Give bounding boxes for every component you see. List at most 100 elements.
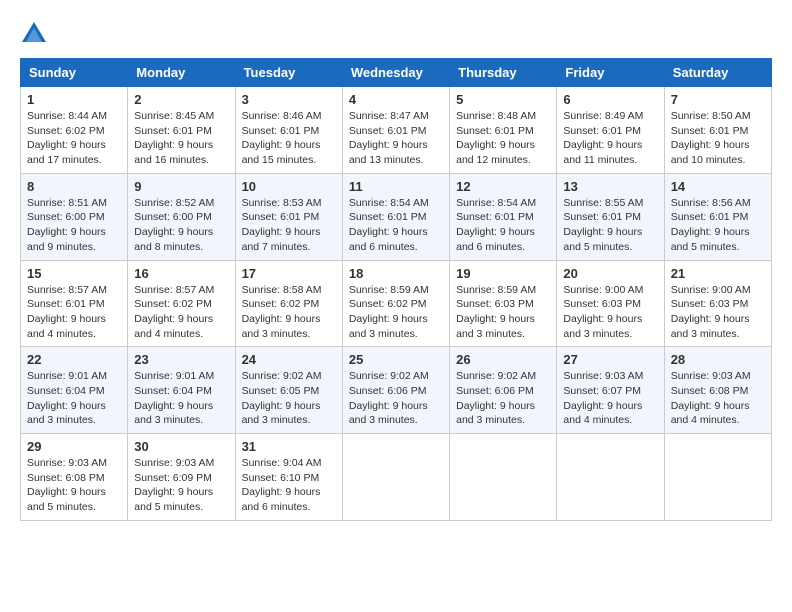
day-info: Sunrise: 8:59 AMSunset: 6:02 PMDaylight:…	[349, 283, 443, 342]
day-info: Sunrise: 9:01 AMSunset: 6:04 PMDaylight:…	[134, 369, 228, 428]
calendar-cell: 11 Sunrise: 8:54 AMSunset: 6:01 PMDayligh…	[342, 173, 449, 260]
day-number: 19	[456, 266, 550, 281]
calendar-cell: 9 Sunrise: 8:52 AMSunset: 6:00 PMDaylight…	[128, 173, 235, 260]
calendar-cell: 18 Sunrise: 8:59 AMSunset: 6:02 PMDayligh…	[342, 260, 449, 347]
calendar-week-row: 8 Sunrise: 8:51 AMSunset: 6:00 PMDaylight…	[21, 173, 772, 260]
day-number: 26	[456, 352, 550, 367]
day-info: Sunrise: 9:04 AMSunset: 6:10 PMDaylight:…	[242, 456, 336, 515]
calendar-cell	[342, 434, 449, 521]
day-number: 24	[242, 352, 336, 367]
day-number: 23	[134, 352, 228, 367]
calendar-cell: 24 Sunrise: 9:02 AMSunset: 6:05 PMDayligh…	[235, 347, 342, 434]
day-number: 13	[563, 179, 657, 194]
day-number: 31	[242, 439, 336, 454]
day-info: Sunrise: 8:56 AMSunset: 6:01 PMDaylight:…	[671, 196, 765, 255]
day-number: 7	[671, 92, 765, 107]
calendar-cell	[450, 434, 557, 521]
day-info: Sunrise: 8:58 AMSunset: 6:02 PMDaylight:…	[242, 283, 336, 342]
day-info: Sunrise: 8:59 AMSunset: 6:03 PMDaylight:…	[456, 283, 550, 342]
calendar-header-friday: Friday	[557, 59, 664, 87]
day-number: 8	[27, 179, 121, 194]
logo-icon	[20, 20, 48, 48]
day-info: Sunrise: 9:02 AMSunset: 6:05 PMDaylight:…	[242, 369, 336, 428]
day-info: Sunrise: 9:03 AMSunset: 6:07 PMDaylight:…	[563, 369, 657, 428]
calendar-cell: 13 Sunrise: 8:55 AMSunset: 6:01 PMDayligh…	[557, 173, 664, 260]
day-number: 11	[349, 179, 443, 194]
day-info: Sunrise: 8:44 AMSunset: 6:02 PMDaylight:…	[27, 109, 121, 168]
calendar-cell: 5Sunrise: 8:48 AMSunset: 6:01 PMDaylight…	[450, 87, 557, 174]
day-number: 4	[349, 92, 443, 107]
day-info: Sunrise: 9:02 AMSunset: 6:06 PMDaylight:…	[349, 369, 443, 428]
day-number: 10	[242, 179, 336, 194]
day-info: Sunrise: 8:54 AMSunset: 6:01 PMDaylight:…	[349, 196, 443, 255]
day-number: 9	[134, 179, 228, 194]
calendar-header-tuesday: Tuesday	[235, 59, 342, 87]
calendar-week-row: 1 Sunrise: 8:44 AMSunset: 6:02 PMDaylight…	[21, 87, 772, 174]
day-info: Sunrise: 8:53 AMSunset: 6:01 PMDaylight:…	[242, 196, 336, 255]
day-number: 27	[563, 352, 657, 367]
day-number: 29	[27, 439, 121, 454]
day-number: 21	[671, 266, 765, 281]
day-info: Sunrise: 8:47 AMSunset: 6:01 PMDaylight:…	[349, 109, 443, 168]
calendar-cell: 14 Sunrise: 8:56 AMSunset: 6:01 PMDayligh…	[664, 173, 771, 260]
calendar-header-wednesday: Wednesday	[342, 59, 449, 87]
day-number: 15	[27, 266, 121, 281]
day-info: Sunrise: 8:57 AMSunset: 6:02 PMDaylight:…	[134, 283, 228, 342]
day-number: 14	[671, 179, 765, 194]
calendar-cell: 22 Sunrise: 9:01 AMSunset: 6:04 PMDayligh…	[21, 347, 128, 434]
calendar-cell: 10 Sunrise: 8:53 AMSunset: 6:01 PMDayligh…	[235, 173, 342, 260]
calendar-cell: 7 Sunrise: 8:50 AMSunset: 6:01 PMDaylight…	[664, 87, 771, 174]
calendar-header-row: SundayMondayTuesdayWednesdayThursdayFrid…	[21, 59, 772, 87]
calendar-cell: 28 Sunrise: 9:03 AMSunset: 6:08 PMDayligh…	[664, 347, 771, 434]
calendar-table: SundayMondayTuesdayWednesdayThursdayFrid…	[20, 58, 772, 521]
day-number: 1	[27, 92, 121, 107]
day-info: Sunrise: 8:51 AMSunset: 6:00 PMDaylight:…	[27, 196, 121, 255]
day-info: Sunrise: 8:55 AMSunset: 6:01 PMDaylight:…	[563, 196, 657, 255]
day-info: Sunrise: 9:03 AMSunset: 6:08 PMDaylight:…	[27, 456, 121, 515]
calendar-cell: 3Sunrise: 8:46 AMSunset: 6:01 PMDaylight…	[235, 87, 342, 174]
day-info: Sunrise: 8:54 AMSunset: 6:01 PMDaylight:…	[456, 196, 550, 255]
day-number: 12	[456, 179, 550, 194]
calendar-cell: 12 Sunrise: 8:54 AMSunset: 6:01 PMDayligh…	[450, 173, 557, 260]
calendar-cell: 21 Sunrise: 9:00 AMSunset: 6:03 PMDayligh…	[664, 260, 771, 347]
day-info: Sunrise: 9:00 AMSunset: 6:03 PMDaylight:…	[563, 283, 657, 342]
calendar-cell: 15 Sunrise: 8:57 AMSunset: 6:01 PMDayligh…	[21, 260, 128, 347]
calendar-cell: 6 Sunrise: 8:49 AMSunset: 6:01 PMDaylight…	[557, 87, 664, 174]
day-info: Sunrise: 8:57 AMSunset: 6:01 PMDaylight:…	[27, 283, 121, 342]
day-info: Sunrise: 8:45 AMSunset: 6:01 PMDaylight:…	[134, 109, 228, 168]
day-number: 18	[349, 266, 443, 281]
day-number: 20	[563, 266, 657, 281]
calendar-cell: 20 Sunrise: 9:00 AMSunset: 6:03 PMDayligh…	[557, 260, 664, 347]
day-number: 30	[134, 439, 228, 454]
calendar-cell: 27 Sunrise: 9:03 AMSunset: 6:07 PMDayligh…	[557, 347, 664, 434]
calendar-cell	[664, 434, 771, 521]
day-number: 28	[671, 352, 765, 367]
calendar-cell: 4 Sunrise: 8:47 AMSunset: 6:01 PMDaylight…	[342, 87, 449, 174]
day-info: Sunrise: 8:48 AMSunset: 6:01 PMDaylight:…	[456, 109, 550, 168]
calendar-cell	[557, 434, 664, 521]
calendar-cell: 2 Sunrise: 8:45 AMSunset: 6:01 PMDaylight…	[128, 87, 235, 174]
calendar-cell: 30 Sunrise: 9:03 AMSunset: 6:09 PMDayligh…	[128, 434, 235, 521]
day-number: 6	[563, 92, 657, 107]
day-info: Sunrise: 9:01 AMSunset: 6:04 PMDaylight:…	[27, 369, 121, 428]
calendar-cell: 17 Sunrise: 8:58 AMSunset: 6:02 PMDayligh…	[235, 260, 342, 347]
day-info: Sunrise: 8:52 AMSunset: 6:00 PMDaylight:…	[134, 196, 228, 255]
day-info: Sunrise: 8:49 AMSunset: 6:01 PMDaylight:…	[563, 109, 657, 168]
day-number: 16	[134, 266, 228, 281]
calendar-header-thursday: Thursday	[450, 59, 557, 87]
day-number: 2	[134, 92, 228, 107]
page-header	[20, 20, 772, 48]
day-info: Sunrise: 9:00 AMSunset: 6:03 PMDaylight:…	[671, 283, 765, 342]
calendar-cell: 26Sunrise: 9:02 AMSunset: 6:06 PMDayligh…	[450, 347, 557, 434]
calendar-cell: 1 Sunrise: 8:44 AMSunset: 6:02 PMDaylight…	[21, 87, 128, 174]
calendar-cell: 23 Sunrise: 9:01 AMSunset: 6:04 PMDayligh…	[128, 347, 235, 434]
day-number: 22	[27, 352, 121, 367]
calendar-header-saturday: Saturday	[664, 59, 771, 87]
day-number: 17	[242, 266, 336, 281]
calendar-week-row: 29 Sunrise: 9:03 AMSunset: 6:08 PMDayligh…	[21, 434, 772, 521]
day-info: Sunrise: 9:03 AMSunset: 6:08 PMDaylight:…	[671, 369, 765, 428]
day-info: Sunrise: 9:03 AMSunset: 6:09 PMDaylight:…	[134, 456, 228, 515]
day-info: Sunrise: 8:50 AMSunset: 6:01 PMDaylight:…	[671, 109, 765, 168]
calendar-week-row: 22 Sunrise: 9:01 AMSunset: 6:04 PMDayligh…	[21, 347, 772, 434]
calendar-week-row: 15 Sunrise: 8:57 AMSunset: 6:01 PMDayligh…	[21, 260, 772, 347]
